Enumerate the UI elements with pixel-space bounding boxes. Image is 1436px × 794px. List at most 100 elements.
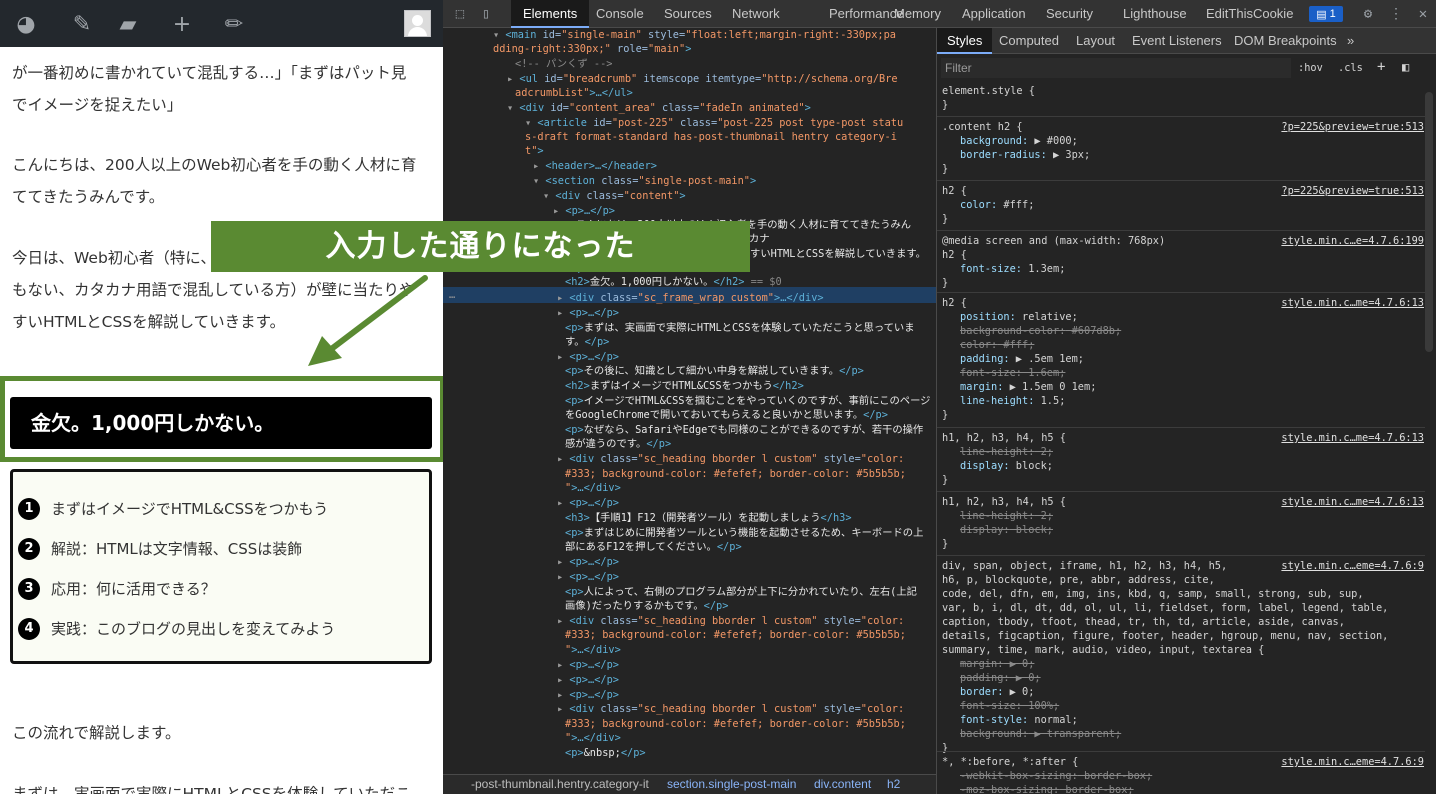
css-selector[interactable]: h2 { — [942, 184, 967, 198]
css-selector[interactable]: @media screen and (max-width: 768px) — [942, 234, 1165, 248]
css-declaration[interactable]: border-radius: ▶ 3px; — [960, 148, 1090, 162]
dom-node-line[interactable]: ▾ <div class="content"> — [543, 189, 686, 203]
tab-dom-breakpoints[interactable]: DOM Breakpoints — [1234, 28, 1337, 54]
tab-application[interactable]: Application — [962, 0, 1026, 28]
tab-console[interactable]: Console — [596, 0, 644, 28]
css-declaration[interactable]: line-height: 1.5; — [960, 394, 1065, 408]
toggle-sidebar-icon[interactable]: ◧ — [1402, 60, 1409, 74]
expand-caret-icon[interactable]: ▸ — [557, 453, 569, 465]
inspect-element-icon[interactable]: ⬚ — [451, 5, 469, 23]
css-declaration[interactable]: font-style: normal; — [960, 713, 1078, 727]
dom-node-line[interactable]: ▸ <div class="sc_frame_wrap custom">…</d… — [557, 291, 824, 305]
dom-node-line[interactable]: ▸ <div class="sc_heading bborder l custo… — [557, 702, 904, 716]
expand-caret-icon[interactable]: ▾ — [543, 190, 555, 202]
dom-node-line[interactable]: ▾ <main id="single-main" style="float:le… — [493, 28, 896, 42]
dom-node-line[interactable]: <h2>まずはイメージでHTML&CSSをつかもう</h2> — [565, 379, 804, 393]
dom-node-line[interactable]: s-draft format-standard has-post-thumbna… — [525, 130, 897, 144]
dom-node-line[interactable]: <p>まずは、実画面で実際にHTMLとCSSを体験していただこうと思っていま — [565, 321, 915, 335]
css-declaration[interactable]: display: block; — [960, 459, 1053, 473]
dom-node-line[interactable]: ▸ <div class="sc_heading bborder l custo… — [557, 452, 904, 466]
tab-lighthouse[interactable]: Lighthouse — [1123, 0, 1187, 28]
dom-node-line[interactable]: ">…</div> — [565, 481, 621, 495]
dom-node-line[interactable]: ▸ <p>…</p> — [557, 688, 619, 702]
dom-node-line[interactable]: <p>人によって、右側のプログラム部分が上下に分かれていたり、左右(上記 — [565, 585, 917, 599]
dom-node-line[interactable]: ▸ <p>…</p> — [557, 570, 619, 584]
dom-node-line[interactable]: ▸ <p>…</p> — [557, 496, 619, 510]
css-declaration[interactable]: details, figcaption, figure, footer, hea… — [942, 629, 1388, 643]
tab-layout[interactable]: Layout — [1076, 28, 1115, 54]
dom-node-line[interactable]: t"> — [525, 144, 544, 158]
more-options-icon[interactable]: ⋮ — [1387, 5, 1405, 23]
dom-node-line[interactable]: 部にあるF12を押してください。</p> — [565, 540, 742, 554]
dom-node-line[interactable]: す。</p> — [565, 335, 609, 349]
expand-caret-icon[interactable]: ▸ — [557, 292, 569, 304]
settings-gear-icon[interactable]: ⚙ — [1359, 5, 1377, 23]
dom-node-line[interactable]: <!-- パンくず --> — [515, 57, 613, 71]
css-selector[interactable]: h2 { — [942, 296, 967, 310]
tab-memory[interactable]: Memory — [894, 0, 941, 28]
toc-item[interactable]: 4 実践：このブログの見出しを変えてみよう — [18, 618, 335, 640]
dom-node-line[interactable]: <p>まずはじめに開発者ツールという機能を起動させるため、キーボードの上 — [565, 526, 923, 540]
expand-caret-icon[interactable]: ▾ — [525, 117, 537, 129]
css-declaration[interactable]: font-size: 1.6em; — [960, 366, 1065, 380]
dom-node-line[interactable]: ">…</div> — [565, 643, 621, 657]
css-declaration[interactable]: line-height: 2; — [960, 509, 1053, 523]
dom-node-line[interactable]: ▾ <section class="single-post-main"> — [533, 174, 756, 188]
dom-node-line[interactable]: #333; background-color: #efefef; border-… — [565, 628, 906, 642]
css-declaration[interactable]: border: ▶ 0; — [960, 685, 1034, 699]
css-declaration[interactable]: position: relative; — [960, 310, 1078, 324]
css-selector[interactable]: h1, h2, h3, h4, h5 { — [942, 431, 1066, 445]
tab-sources[interactable]: Sources — [664, 0, 712, 28]
dom-node-line[interactable]: <p>その後に、知識として細かい中身を解説していきます。</p> — [565, 364, 864, 378]
stylesheet-link[interactable]: style.min.c…e=4.7.6:199 — [1281, 234, 1424, 248]
css-declaration[interactable]: background: ▶ transparent; — [960, 727, 1121, 741]
dom-node-line[interactable]: <p>イメージでHTML&CSSを掴むことをやっていくのですが、事前にこのページ — [565, 394, 930, 408]
hov-toggle[interactable]: :hov — [1298, 61, 1323, 75]
tab-editthiscookie[interactable]: EditThisCookie — [1206, 0, 1293, 28]
css-declaration[interactable]: summary, time, mark, audio, video, input… — [942, 643, 1264, 657]
stylesheet-link[interactable]: ?p=225&preview=true:513 — [1281, 184, 1424, 198]
dom-node-line[interactable]: adcrumbList">…</ul> — [515, 86, 633, 100]
tab-styles[interactable]: Styles — [937, 28, 993, 54]
expand-caret-icon[interactable]: ▸ — [557, 659, 569, 671]
breadcrumb-item[interactable]: section.single-post-main — [667, 775, 796, 794]
css-declaration[interactable]: color: #fff; — [960, 198, 1034, 212]
css-selector[interactable]: .content h2 { — [942, 120, 1023, 134]
new-content-icon[interactable]: + — [167, 9, 197, 39]
css-declaration[interactable]: padding: ▶ .5em 1em; — [960, 352, 1084, 366]
css-declaration[interactable]: caption, tbody, tfoot, thead, tr, th, td… — [942, 615, 1345, 629]
expand-caret-icon[interactable]: ▸ — [557, 615, 569, 627]
stylesheet-link[interactable]: style.min.c…eme=4.7.6:9 — [1281, 559, 1424, 573]
stylesheet-link[interactable]: style.min.c…eme=4.7.6:9 — [1281, 755, 1424, 769]
tab-network[interactable]: Network — [732, 0, 780, 28]
dom-node-line[interactable]: #333; background-color: #efefef; border-… — [565, 717, 906, 731]
stylesheet-link[interactable]: style.min.c…me=4.7.6:13 — [1281, 296, 1424, 310]
css-selector[interactable]: element.style { — [942, 84, 1035, 98]
ellipsis-icon[interactable]: … — [449, 288, 455, 302]
expand-caret-icon[interactable]: ▸ — [507, 73, 519, 85]
expand-caret-icon[interactable]: ▸ — [557, 689, 569, 701]
dom-node-line[interactable]: 画像)だったりするかもです。</p> — [565, 599, 728, 613]
tab-performance[interactable]: Performance — [829, 0, 903, 28]
new-rule-icon[interactable]: + — [1377, 60, 1385, 74]
dom-node-line[interactable]: ▸ <header>…</header> — [533, 159, 657, 173]
expand-caret-icon[interactable]: ▾ — [493, 29, 505, 41]
expand-caret-icon[interactable]: ▸ — [533, 160, 545, 172]
comments-icon[interactable]: ▰ — [113, 9, 143, 39]
expand-caret-icon[interactable]: ▸ — [557, 307, 569, 319]
dom-node-line[interactable]: ▸ <p>…</p> — [553, 204, 615, 218]
dom-node-line[interactable]: ▸ <p>…</p> — [557, 350, 619, 364]
tab-computed[interactable]: Computed — [999, 28, 1059, 54]
css-declaration[interactable]: font-size: 1.3em; — [960, 262, 1065, 276]
css-declaration[interactable]: background-color: #607d8b; — [960, 324, 1121, 338]
tab-elements[interactable]: Elements — [511, 0, 590, 28]
dom-node-line[interactable]: ▾ <article id="post-225" class="post-225… — [525, 116, 903, 130]
stylesheet-link[interactable]: style.min.c…me=4.7.6:13 — [1281, 495, 1424, 509]
dom-node-line[interactable]: dding-right:330px;" role="main"> — [493, 42, 691, 56]
dom-node-line[interactable]: ">…</div> — [565, 731, 621, 745]
close-icon[interactable]: ✕ — [1414, 5, 1432, 23]
avatar[interactable] — [404, 10, 431, 37]
expand-caret-icon[interactable]: ▸ — [553, 205, 565, 217]
styles-filter-input[interactable]: Filter — [941, 58, 1291, 78]
customize-brush-icon[interactable]: ✎ — [67, 9, 97, 39]
